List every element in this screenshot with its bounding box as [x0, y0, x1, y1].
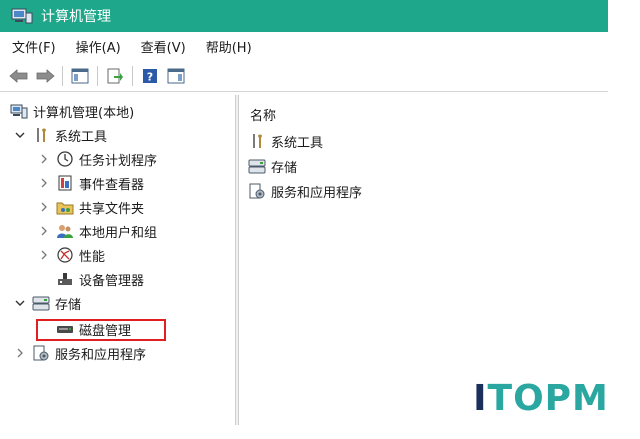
pane-splitter[interactable]	[235, 95, 239, 425]
window-title: 计算机管理	[41, 9, 111, 25]
tree-label-performance: 性能	[79, 249, 106, 265]
toolbar-separator	[132, 65, 133, 86]
chevron-right-icon[interactable]	[38, 153, 50, 165]
list-item-label: 系统工具	[271, 135, 324, 151]
tree-label-local-users: 本地用户和组	[79, 225, 158, 241]
chevron-right-icon[interactable]	[14, 347, 26, 359]
tree-item-services-apps[interactable]: 服务和应用程序	[14, 342, 146, 364]
storage-icon	[248, 158, 266, 174]
tree-item-shared-folders[interactable]: 共享文件夹	[38, 196, 144, 218]
title-bar: 计算机管理	[0, 0, 608, 32]
event-viewer-icon	[56, 175, 74, 191]
menu-view[interactable]: 查看(V)	[141, 37, 186, 56]
back-arrow-icon[interactable]	[8, 65, 30, 87]
forward-arrow-icon[interactable]	[34, 65, 56, 87]
tree-item-event-viewer[interactable]: 事件查看器	[38, 172, 144, 194]
tree-label-root: 计算机管理(本地)	[33, 105, 135, 121]
tree-item-performance[interactable]: 性能	[38, 244, 105, 266]
tree-label-task-scheduler: 任务计划程序	[79, 153, 158, 169]
menu-bar: 文件(F) 操作(A) 查看(V) 帮助(H)	[0, 32, 608, 60]
tools-icon	[32, 127, 50, 143]
watermark-logo: I TOPM	[448, 365, 634, 431]
tree-item-task-scheduler[interactable]: 任务计划程序	[38, 148, 157, 170]
tree-item-local-users[interactable]: 本地用户和组	[38, 220, 157, 242]
list-item-label: 服务和应用程序	[271, 185, 363, 201]
chevron-right-icon[interactable]	[38, 249, 50, 261]
show-console-tree-icon[interactable]	[69, 65, 91, 87]
chevron-down-icon[interactable]	[14, 129, 26, 141]
tools-icon	[248, 133, 266, 149]
show-action-pane-icon[interactable]	[165, 65, 187, 87]
storage-icon	[32, 295, 50, 311]
computer-management-icon	[11, 8, 33, 24]
services-icon	[32, 345, 50, 361]
tree-label-event-viewer: 事件查看器	[79, 177, 145, 193]
tree-label-system-tools: 系统工具	[55, 129, 108, 145]
clock-icon	[56, 151, 74, 167]
menu-help[interactable]: 帮助(H)	[206, 37, 252, 56]
tree-label-services-apps: 服务和应用程序	[55, 347, 147, 363]
toolbar: ?	[0, 60, 608, 92]
toolbar-separator	[62, 65, 63, 86]
tree-item-root[interactable]: 计算机管理(本地)	[10, 100, 134, 122]
watermark-rest: TOPM	[487, 377, 609, 419]
toolbar-separator	[97, 65, 98, 86]
chevron-right-icon[interactable]	[38, 225, 50, 237]
highlight-box	[36, 319, 166, 341]
tree-item-storage[interactable]: 存储	[14, 292, 81, 314]
help-icon[interactable]: ?	[139, 65, 161, 87]
watermark-first-letter: I	[473, 377, 488, 419]
list-item[interactable]: 服务和应用程序	[248, 180, 362, 202]
list-item[interactable]: 存储	[248, 155, 297, 177]
menu-file[interactable]: 文件(F)	[12, 37, 56, 56]
list-item[interactable]: 系统工具	[248, 130, 323, 152]
tree-label-device-manager: 设备管理器	[79, 273, 145, 289]
menu-action[interactable]: 操作(A)	[76, 37, 121, 56]
services-icon	[248, 183, 266, 199]
console-tree: 计算机管理(本地) 系统工具 任务计划程序 事件查看器 共享文件夹 本地用户和组…	[0, 95, 235, 425]
chevron-down-icon[interactable]	[14, 297, 26, 309]
performance-icon	[56, 247, 74, 263]
export-list-icon[interactable]	[104, 65, 126, 87]
svg-text:?: ?	[147, 70, 153, 83]
list-item-label: 存储	[271, 160, 298, 176]
tree-label-storage: 存储	[55, 297, 82, 313]
computer-management-icon	[10, 103, 28, 119]
tree-item-device-manager[interactable]: 设备管理器	[56, 268, 144, 290]
chevron-right-icon[interactable]	[38, 177, 50, 189]
tree-item-system-tools[interactable]: 系统工具	[14, 124, 107, 146]
users-icon	[56, 223, 74, 239]
tree-label-shared-folders: 共享文件夹	[79, 201, 145, 217]
column-header-name[interactable]: 名称	[250, 105, 276, 124]
device-manager-icon	[56, 271, 74, 287]
chevron-right-icon[interactable]	[38, 201, 50, 213]
shared-folder-icon	[56, 199, 74, 215]
